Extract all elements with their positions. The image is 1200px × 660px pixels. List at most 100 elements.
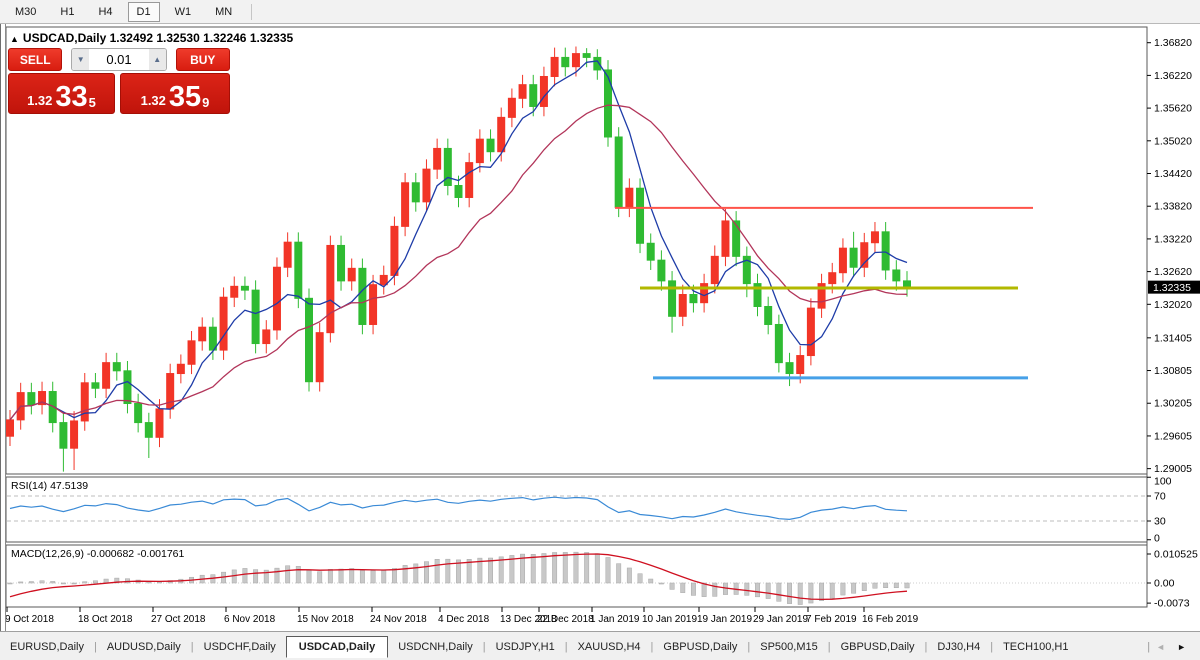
timeframe-button-h4[interactable]: H4 (89, 2, 121, 22)
tab-dj30-h4[interactable]: DJ30,H4 (927, 637, 990, 657)
price-tick-label: 1.32020 (1154, 299, 1192, 311)
candle (583, 54, 590, 58)
macd-histogram-bar (382, 570, 386, 583)
timeframe-button-m30[interactable]: M30 (6, 2, 45, 22)
buy-price-button[interactable]: 1.32359 (120, 73, 230, 114)
macd-histogram-bar (72, 583, 76, 584)
timeframe-toolbar: M30 H1 H4 D1 W1MN (0, 0, 1200, 24)
ohlc-high: 1.32530 (156, 31, 199, 45)
macd-histogram-bar (851, 583, 855, 593)
macd-histogram-bar (328, 569, 332, 583)
candle (284, 242, 291, 267)
macd-histogram-bar (616, 564, 620, 583)
candle (231, 286, 238, 297)
timeframe-button-d1[interactable]: D1 (128, 2, 160, 22)
tab-gbpusd-daily[interactable]: GBPUSD,Daily (653, 637, 747, 657)
candle (839, 248, 846, 273)
rsi-tick-label: 70 (1154, 491, 1166, 503)
timeframe-button-mn[interactable]: MN (206, 2, 241, 22)
tab-scroll-left-icon[interactable]: ◄ (1150, 640, 1171, 654)
candle (562, 57, 569, 66)
price-tick-label: 1.36220 (1154, 70, 1192, 82)
date-tick-label: 1 Jan 2019 (590, 614, 640, 625)
macd-indicator-label: MACD(12,26,9) -0.000682 -0.001761 (11, 548, 184, 560)
timeframe-button-h1[interactable]: H1 (51, 2, 83, 22)
candle (348, 268, 355, 281)
date-tick-label: 6 Nov 2018 (224, 614, 276, 625)
candle (679, 295, 686, 317)
sell-price-button[interactable]: 1.32335 (8, 73, 115, 114)
ohlc-low: 1.32246 (203, 31, 246, 45)
rsi-indicator-label: RSI(14) 47.5139 (11, 480, 88, 492)
price-tick-label: 1.29005 (1154, 463, 1192, 475)
candle (572, 54, 579, 67)
candle (466, 163, 473, 198)
macd-histogram-bar (317, 572, 321, 583)
lot-size-input[interactable] (89, 49, 149, 70)
collapse-panel-icon[interactable]: ▲ (10, 34, 19, 44)
tab-audusd-daily[interactable]: AUDUSD,Daily (97, 637, 191, 657)
candle (690, 295, 697, 303)
candle (263, 330, 270, 344)
candle (316, 333, 323, 382)
chart-title: ▲USDCAD,Daily 1.32492 1.32530 1.32246 1.… (10, 31, 293, 45)
candle (306, 298, 313, 381)
lot-increase-button[interactable]: ▲ (149, 49, 166, 70)
macd-histogram-bar (819, 583, 823, 601)
candle (359, 268, 366, 324)
macd-histogram-bar (392, 568, 396, 583)
macd-histogram-bar (798, 583, 802, 605)
candle (327, 245, 334, 332)
chart-left-border (5, 24, 6, 631)
sell-button[interactable]: SELL (8, 48, 62, 71)
macd-histogram-bar (702, 583, 706, 597)
candle (904, 281, 911, 287)
buy-price-base: 1.32 (141, 93, 166, 108)
ohlc-open: 1.32492 (110, 31, 153, 45)
tab-tech100-h1[interactable]: TECH100,H1 (993, 637, 1078, 657)
candle (220, 297, 227, 350)
macd-histogram-bar (243, 568, 247, 583)
tab-scroll-right-icon[interactable]: ► (1171, 640, 1192, 654)
candle (81, 383, 88, 421)
date-tick-label: 4 Dec 2018 (438, 614, 490, 625)
tab-usdcnh-daily[interactable]: USDCNH,Daily (388, 637, 483, 657)
macd-histogram-bar (766, 583, 770, 599)
candle (391, 226, 398, 275)
tab-usdjpy-h1[interactable]: USDJPY,H1 (486, 637, 565, 657)
candle (487, 139, 494, 152)
candle (7, 420, 14, 436)
tab-sp500-m15[interactable]: SP500,M15 (750, 637, 827, 657)
rsi-tick-label: 0 (1154, 533, 1160, 545)
macd-histogram-bar (777, 583, 781, 601)
rsi-tick-label: 100 (1154, 476, 1172, 488)
macd-histogram-bar (595, 554, 599, 583)
tab-eurusd-daily[interactable]: EURUSD,Daily (0, 637, 94, 657)
price-tick-label: 1.35620 (1154, 103, 1192, 115)
window-left-edge (0, 24, 1, 660)
buy-button[interactable]: BUY (176, 48, 230, 71)
macd-histogram-bar (830, 583, 834, 598)
tab-usdcad-daily[interactable]: USDCAD,Daily (286, 636, 388, 658)
macd-histogram-bar (414, 564, 418, 583)
macd-histogram-bar (638, 574, 642, 583)
tab-usdchf-daily[interactable]: USDCHF,Daily (194, 637, 286, 657)
macd-histogram-bar (253, 570, 257, 583)
macd-histogram-bar (360, 570, 364, 583)
chart-background[interactable] (0, 24, 1200, 631)
timeframe-button-w1[interactable]: W1 (166, 2, 201, 22)
macd-histogram-bar (83, 582, 87, 583)
sell-price-base: 1.32 (27, 93, 52, 108)
candle (135, 404, 142, 423)
buy-price-pips: 35 (169, 84, 201, 110)
toolbar-divider (251, 4, 252, 20)
macd-histogram-bar (894, 583, 898, 588)
candle (402, 183, 409, 227)
macd-histogram-bar (627, 568, 631, 583)
lot-decrease-button[interactable]: ▼ (72, 49, 89, 70)
candle (498, 117, 505, 151)
candle (615, 137, 622, 207)
macd-histogram-bar (862, 583, 866, 591)
tab-gbpusd-daily[interactable]: GBPUSD,Daily (831, 637, 925, 657)
tab-xauusd-h4[interactable]: XAUUSD,H4 (568, 637, 651, 657)
